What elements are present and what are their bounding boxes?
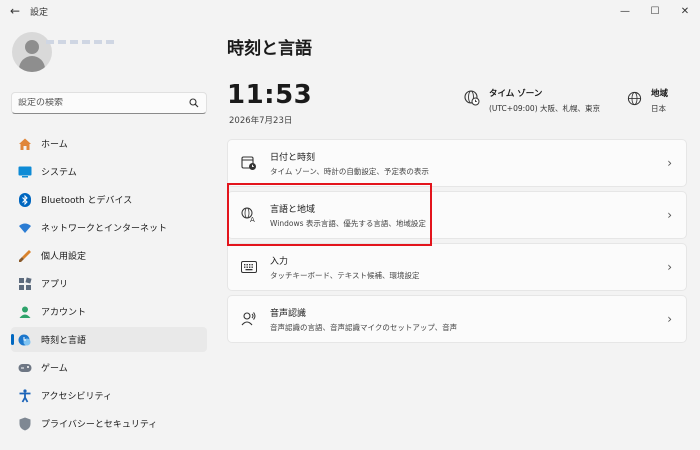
maximize-button[interactable]: ☐ [640, 0, 670, 22]
accessibility-icon [17, 388, 33, 404]
shield-icon [17, 416, 33, 432]
maximize-icon: ☐ [650, 5, 660, 17]
close-button[interactable]: ✕ [670, 0, 700, 22]
sidebar-item-personalization[interactable]: 個人用設定 [11, 243, 207, 268]
sidebar-item-accessibility[interactable]: アクセシビリティ [11, 383, 207, 408]
back-button[interactable]: ← [0, 0, 30, 22]
search-input[interactable] [18, 98, 188, 108]
keyboard-icon [240, 258, 258, 276]
current-time: 11:53 [227, 80, 313, 110]
sidebar-item-label: ゲーム [41, 364, 68, 374]
chevron-right-icon: › [667, 312, 672, 326]
back-arrow-icon: ← [9, 4, 21, 18]
sidebar-nav: ホーム システム Bluetooth とデバイス ネットワークとインターネット … [11, 131, 207, 439]
sidebar-item-apps[interactable]: アプリ [11, 271, 207, 296]
calendar-clock-icon [240, 154, 258, 172]
sidebar-item-label: アプリ [41, 280, 69, 290]
sidebar-item-gaming[interactable]: ゲーム [11, 355, 207, 380]
card-title: 入力 [270, 256, 289, 267]
avatar [12, 32, 52, 72]
sidebar-item-label: システム [41, 168, 77, 178]
card-typing[interactable]: 入力 タッチキーボード、テキスト候補、環境設定 › [227, 243, 687, 291]
card-description: タッチキーボード、テキスト候補、環境設定 [270, 270, 420, 280]
region-value: 日本 [651, 104, 666, 113]
search-icon [188, 97, 200, 109]
sidebar-item-privacy-security[interactable]: プライバシーとセキュリティ [11, 411, 207, 436]
speech-icon [240, 310, 258, 328]
current-date: 2026年7月23日 [229, 116, 293, 126]
card-title: 日付と時刻 [270, 152, 316, 163]
system-icon [17, 164, 33, 180]
sidebar-item-label: ホーム [41, 140, 68, 150]
timezone-value: (UTC+09:00) 大阪、札幌、東京 [489, 104, 601, 113]
close-icon: ✕ [680, 5, 690, 17]
sidebar-item-label: アクセシビリティ [41, 392, 113, 402]
sidebar-item-label: プライバシーとセキュリティ [41, 420, 158, 430]
home-icon [17, 136, 33, 152]
bluetooth-icon [17, 192, 33, 208]
time-language-icon [17, 332, 33, 348]
wifi-icon [17, 220, 33, 236]
page-title: 時刻と言語 [227, 39, 312, 59]
timezone-label: タイム ゾーン [489, 89, 543, 99]
apps-icon [17, 276, 33, 292]
card-title: 音声認識 [270, 308, 307, 319]
region-label: 地域 [651, 89, 669, 99]
minimize-button[interactable]: — [610, 0, 640, 22]
card-speech[interactable]: 音声認識 音声認識の言語、音声認識マイクのセットアップ、音声 › [227, 295, 687, 343]
card-date-time[interactable]: 日付と時刻 タイム ゾーン、時計の自動設定、予定表の表示 › [227, 139, 687, 187]
sidebar-item-system[interactable]: システム [11, 159, 207, 184]
timezone-globe-clock-icon [463, 89, 481, 107]
sidebar-item-label: 個人用設定 [41, 252, 87, 262]
brush-icon [17, 248, 33, 264]
redacted-user-info [46, 40, 116, 44]
chevron-right-icon: › [667, 260, 672, 274]
chevron-right-icon: › [667, 208, 672, 222]
card-description: タイム ゾーン、時計の自動設定、予定表の表示 [270, 166, 429, 176]
sidebar-item-bluetooth[interactable]: Bluetooth とデバイス [11, 187, 207, 212]
sidebar-item-time-language[interactable]: 時刻と言語 [11, 327, 207, 352]
window-controls: — ☐ ✕ [610, 0, 700, 22]
search-box[interactable] [11, 92, 207, 114]
sidebar-item-label: Bluetooth とデバイス [41, 196, 133, 206]
timezone-info: タイム ゾーン (UTC+09:00) 大阪、札幌、東京 [463, 87, 600, 114]
sidebar-item-network[interactable]: ネットワークとインターネット [11, 215, 207, 240]
globe-icon [625, 89, 643, 107]
minimize-icon: — [620, 5, 630, 17]
app-title: 設定 [30, 7, 49, 18]
sidebar-item-accounts[interactable]: アカウント [11, 299, 207, 324]
region-info: 地域 日本 [625, 87, 668, 114]
sidebar-item-label: 時刻と言語 [41, 336, 87, 346]
chevron-right-icon: › [667, 156, 672, 170]
card-description: 音声認識の言語、音声認識マイクのセットアップ、音声 [270, 322, 458, 332]
sidebar-item-label: アカウント [41, 308, 87, 318]
gamepad-icon [17, 360, 33, 376]
sidebar-item-home[interactable]: ホーム [11, 131, 207, 156]
highlight-box [227, 183, 432, 246]
sidebar-item-label: ネットワークとインターネット [41, 224, 168, 234]
account-icon [17, 304, 33, 320]
user-profile[interactable] [12, 32, 52, 72]
title-bar: ← 設定 — ☐ ✕ [0, 0, 700, 22]
